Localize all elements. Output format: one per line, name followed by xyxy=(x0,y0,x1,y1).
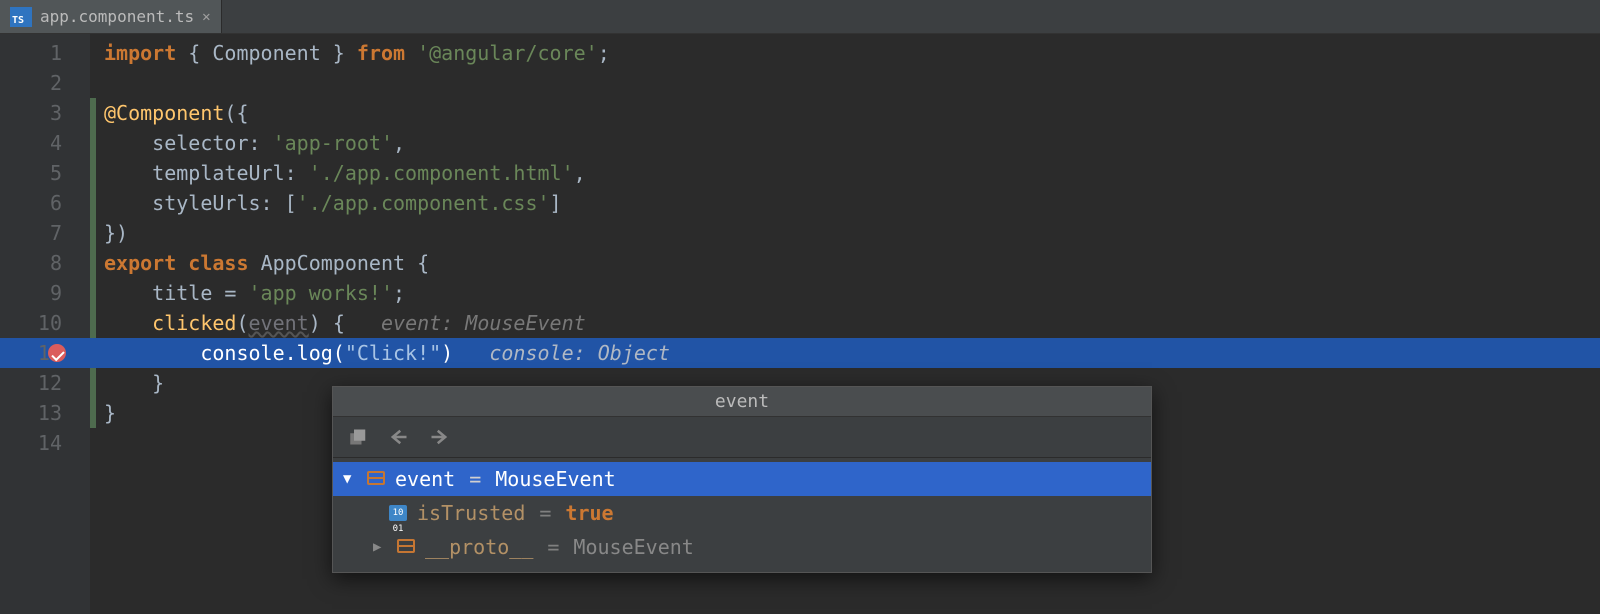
expand-icon[interactable]: ▶ xyxy=(373,539,389,555)
back-icon[interactable] xyxy=(387,425,411,449)
gutter: 1 2 3 4 5 6 7 8 9 10 11 12 13 14 xyxy=(0,34,90,614)
inline-hint: console: Object xyxy=(489,341,670,365)
code-line[interactable]: styleUrls: ['./app.component.css'] xyxy=(90,188,1600,218)
code-line[interactable]: templateUrl: './app.component.html', xyxy=(90,158,1600,188)
code-line[interactable]: clicked(event) { event: MouseEvent xyxy=(90,308,1600,338)
line-number[interactable]: 13 xyxy=(0,398,90,428)
tab-bar: TS app.component.ts ✕ xyxy=(0,0,1600,34)
var-name: isTrusted xyxy=(417,501,525,525)
line-number[interactable]: 10 xyxy=(0,308,90,338)
primitive-icon: 1001 xyxy=(389,505,409,521)
line-number[interactable]: 11 xyxy=(0,338,90,368)
code-line-current[interactable]: console.log("Click!") console: Object xyxy=(90,338,1600,368)
line-number[interactable]: 6 xyxy=(0,188,90,218)
var-value: true xyxy=(565,501,613,525)
line-number[interactable]: 8 xyxy=(0,248,90,278)
close-icon[interactable]: ✕ xyxy=(202,9,210,25)
code-line[interactable]: selector: 'app-root', xyxy=(90,128,1600,158)
line-number[interactable]: 12 xyxy=(0,368,90,398)
tree-row[interactable]: ▼ event=MouseEvent xyxy=(333,462,1151,496)
var-name: event xyxy=(395,467,455,491)
line-number[interactable]: 7 xyxy=(0,218,90,248)
expand-icon[interactable]: ▼ xyxy=(343,471,359,487)
popup-title: event xyxy=(333,387,1151,417)
tree-row[interactable]: ▶ __proto__=MouseEvent xyxy=(333,530,1151,564)
object-icon xyxy=(367,471,387,487)
line-number[interactable]: 9 xyxy=(0,278,90,308)
code-line[interactable]: @Component({ xyxy=(90,98,1600,128)
var-value: MouseEvent xyxy=(573,535,693,559)
line-number[interactable]: 5 xyxy=(0,158,90,188)
line-number[interactable]: 14 xyxy=(0,428,90,458)
code-line[interactable]: title = 'app works!'; xyxy=(90,278,1600,308)
code-line[interactable] xyxy=(90,68,1600,98)
code-line[interactable]: }) xyxy=(90,218,1600,248)
line-number[interactable]: 3 xyxy=(0,98,90,128)
debug-popup: event ▼ event=MouseEvent 1001 isTrusted=… xyxy=(332,386,1152,573)
var-name: __proto__ xyxy=(425,535,533,559)
typescript-file-icon: TS xyxy=(10,7,32,27)
forward-icon[interactable] xyxy=(427,425,451,449)
file-tab[interactable]: TS app.component.ts ✕ xyxy=(0,0,222,33)
inline-hint: event: MouseEvent xyxy=(381,311,586,335)
line-number[interactable]: 1 xyxy=(0,38,90,68)
var-value: MouseEvent xyxy=(495,467,615,491)
new-watch-icon[interactable] xyxy=(347,425,371,449)
popup-toolbar xyxy=(333,417,1151,458)
line-number[interactable]: 4 xyxy=(0,128,90,158)
code-line[interactable]: import { Component } from '@angular/core… xyxy=(90,38,1600,68)
line-number[interactable]: 2 xyxy=(0,68,90,98)
object-icon xyxy=(397,539,417,555)
tab-filename: app.component.ts xyxy=(40,7,194,26)
breakpoint-icon[interactable] xyxy=(48,344,66,362)
tree-row[interactable]: 1001 isTrusted=true xyxy=(333,496,1151,530)
variables-tree: ▼ event=MouseEvent 1001 isTrusted=true ▶… xyxy=(333,458,1151,572)
code-line[interactable]: export class AppComponent { xyxy=(90,248,1600,278)
